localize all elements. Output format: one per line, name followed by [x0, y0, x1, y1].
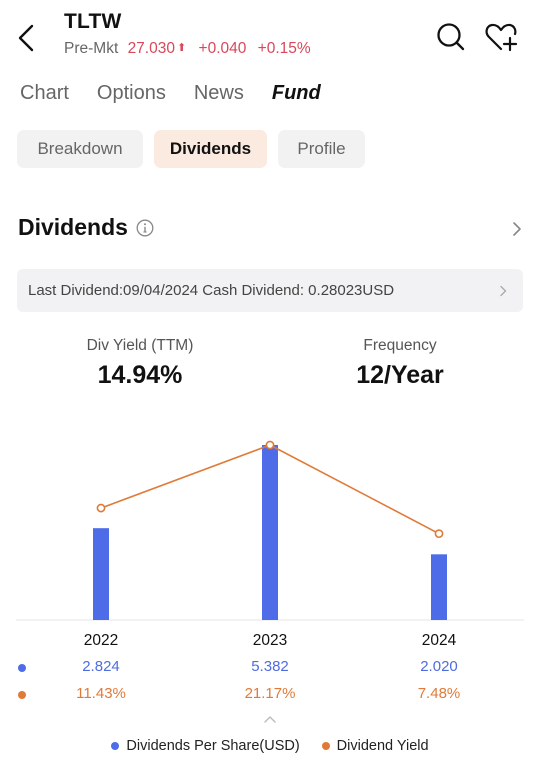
dps-value-2023: 5.382: [251, 658, 289, 675]
yield-values-row: 11.43% 21.17% 7.48%: [0, 685, 540, 705]
div-yield-value: 14.94%: [97, 361, 183, 389]
info-icon: [136, 219, 154, 237]
premarket-change: +0.040: [198, 40, 247, 57]
subtab-dividends[interactable]: Dividends: [154, 130, 267, 168]
tab-label: Fund: [271, 82, 321, 104]
premarket-quote: Pre-Mkt 27.030 ⬆ +0.040 +0.15%: [64, 40, 311, 58]
chevron-right-icon: [513, 222, 521, 236]
legend-label-yield: Dividend Yield: [336, 738, 429, 754]
yield-point-2022[interactable]: [96, 503, 106, 513]
legend-dot-dps: [111, 742, 120, 750]
legend-label-dps: Dividends Per Share(USD): [126, 738, 300, 754]
dps-values-row: 2.824 5.382 2.020: [0, 658, 540, 678]
dividend-chart: [16, 440, 524, 621]
collapse-button[interactable]: [262, 711, 278, 723]
yield-value-2022: 11.43%: [76, 685, 126, 702]
yield-value-2024: 7.48%: [417, 685, 461, 702]
subtab-breakdown[interactable]: Breakdown: [17, 130, 143, 168]
frequency-value: 12/Year: [356, 361, 444, 389]
chevron-right-icon: [500, 285, 507, 297]
chevron-left-icon: [18, 24, 34, 52]
dividends-more-button[interactable]: [510, 219, 524, 239]
heart-plus-icon: [485, 23, 518, 52]
dps-series-dot: [18, 664, 26, 672]
chevron-up-icon: [264, 716, 276, 723]
x-axis-labels: 2022 2023 2024: [0, 632, 540, 652]
frequency-label: Frequency: [363, 337, 437, 354]
tab-news[interactable]: News: [194, 82, 244, 112]
active-tab-indicator: [271, 110, 310, 116]
dps-bar-2022[interactable]: [93, 528, 109, 620]
premarket-price: 27.030: [127, 40, 175, 57]
yield-series-dot: [18, 691, 26, 699]
add-to-watchlist-button[interactable]: [484, 22, 520, 52]
search-button[interactable]: [436, 22, 466, 52]
last-dividend-text: Last Dividend:09/04/2024 Cash Dividend: …: [28, 282, 395, 299]
back-button[interactable]: [14, 22, 40, 54]
search-icon: [437, 23, 465, 51]
tab-label: News: [193, 82, 244, 104]
premarket-label: Pre-Mkt: [64, 40, 119, 57]
main-tabs: Chart Options News Fund: [20, 82, 349, 116]
arrow-up-icon: ⬆: [176, 42, 187, 54]
dps-bar-2023[interactable]: [262, 445, 278, 620]
x-tick-label-2024: 2024: [421, 632, 457, 649]
fund-subtabs: Breakdown Dividends Profile: [17, 130, 376, 168]
last-dividend-row[interactable]: Last Dividend:09/04/2024 Cash Dividend: …: [17, 269, 523, 312]
tab-options[interactable]: Options: [97, 82, 166, 112]
dps-value-2024: 2.020: [420, 658, 458, 675]
tab-label: Options: [96, 82, 166, 104]
subtab-profile[interactable]: Profile: [278, 130, 365, 168]
dps-bar-2024[interactable]: [431, 554, 447, 620]
tab-fund[interactable]: Fund: [271, 82, 321, 116]
yield-value-2023: 21.17%: [244, 685, 296, 702]
dps-value-2022: 2.824: [82, 658, 120, 675]
div-yield-stat: Div Yield (TTM) 14.94%: [40, 337, 240, 390]
yield-point-2024[interactable]: [434, 529, 444, 539]
header: TLTW Pre-Mkt 27.030 ⬆ +0.040 +0.15%: [0, 0, 540, 70]
tab-label: Chart: [20, 82, 69, 104]
div-yield-label: Div Yield (TTM): [86, 337, 194, 354]
section-title: Dividends: [18, 214, 128, 240]
frequency-stat: Frequency 12/Year: [300, 337, 500, 390]
info-button[interactable]: [136, 219, 154, 237]
tab-chart[interactable]: Chart: [20, 82, 69, 112]
ticker-symbol: TLTW: [64, 10, 122, 33]
legend-item-yield[interactable]: Dividend Yield: [321, 738, 429, 754]
chart-legend: Dividends Per Share(USD) Dividend Yield: [0, 738, 540, 754]
x-tick-label-2023: 2023: [252, 632, 288, 649]
legend-dot-yield: [321, 742, 330, 750]
x-tick-label-2022: 2022: [83, 632, 119, 649]
legend-item-dps[interactable]: Dividends Per Share(USD): [111, 738, 300, 754]
premarket-change-pct: +0.15%: [257, 40, 311, 57]
yield-point-2023[interactable]: [265, 440, 275, 450]
